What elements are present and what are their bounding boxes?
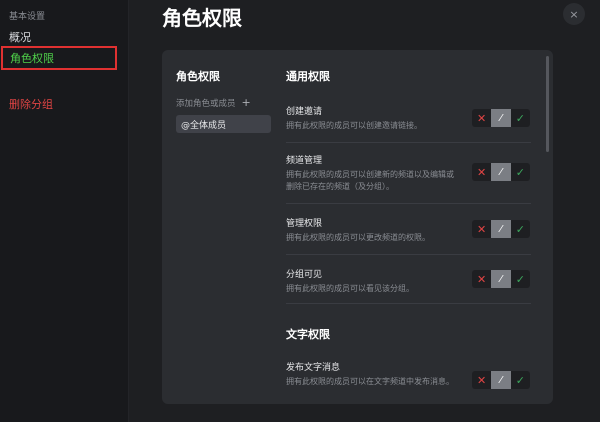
sidebar-item-overview[interactable]: 概况: [9, 29, 31, 45]
allow-icon[interactable]: ✓: [511, 270, 530, 288]
divider: [286, 203, 531, 204]
deny-icon[interactable]: ✕: [472, 220, 491, 238]
allow-icon[interactable]: ✓: [511, 163, 530, 181]
allow-icon[interactable]: ✓: [511, 371, 530, 389]
permission-row: 发布文字消息 拥有此权限的成员可以在文字频道中发布消息。 ✕ ⁄ ✓: [286, 360, 531, 389]
permission-desc: 拥有此权限的成员可以更改频道的权限。: [286, 233, 430, 242]
allow-icon[interactable]: ✓: [511, 109, 530, 127]
sidebar-item-roles[interactable]: 角色权限: [1, 46, 117, 70]
sidebar-section-title: 基本设置: [9, 12, 46, 22]
neutral-icon[interactable]: ⁄: [491, 109, 511, 127]
plus-icon: +: [241, 96, 251, 109]
deny-icon[interactable]: ✕: [472, 109, 491, 127]
page-title: 角色权限: [162, 6, 242, 30]
neutral-icon[interactable]: ⁄: [491, 270, 511, 288]
permission-desc: 拥有此权限的成员可以在文字频道中发布消息。: [286, 377, 454, 386]
permission-row: 管理权限 拥有此权限的成员可以更改频道的权限。 ✕ ⁄ ✓: [286, 216, 531, 255]
neutral-icon[interactable]: ⁄: [491, 163, 511, 181]
sidebar-item-label: 角色权限: [10, 52, 54, 65]
deny-icon[interactable]: ✕: [472, 270, 491, 288]
settings-page: 基本设置 概况 角色权限 删除分组 角色权限 × 角色权限 添加角色或成员 + …: [0, 0, 600, 422]
permission-desc: 拥有此权限的成员可以创建新的频道以及编辑或删除已存在的频道（及分组）。: [286, 170, 454, 191]
permission-toggle: ✕ ⁄ ✓: [472, 270, 530, 288]
divider: [286, 254, 531, 255]
permission-toggle: ✕ ⁄ ✓: [472, 220, 530, 238]
neutral-icon[interactable]: ⁄: [491, 371, 511, 389]
group-title-general: 通用权限: [286, 70, 330, 83]
deny-icon[interactable]: ✕: [472, 371, 491, 389]
permission-toggle: ✕ ⁄ ✓: [472, 109, 530, 127]
permission-toggle: ✕ ⁄ ✓: [472, 163, 530, 181]
scrollbar[interactable]: [546, 56, 549, 152]
group-title-text: 文字权限: [286, 328, 330, 341]
permission-row: 创建邀请 拥有此权限的成员可以创建邀请链接。 ✕ ⁄ ✓: [286, 104, 531, 143]
allow-icon[interactable]: ✓: [511, 220, 530, 238]
sidebar: 基本设置 概况 角色权限 删除分组: [0, 0, 129, 422]
close-button[interactable]: ×: [563, 3, 585, 25]
permissions-panel: 角色权限 添加角色或成员 + @全体成员 通用权限 创建邀请 拥有此权限的成员可…: [162, 50, 553, 404]
permission-toggle: ✕ ⁄ ✓: [472, 371, 530, 389]
divider: [286, 142, 531, 143]
neutral-icon[interactable]: ⁄: [491, 220, 511, 238]
add-role-label: 添加角色或成员: [176, 98, 236, 109]
permission-row: 频道管理 拥有此权限的成员可以创建新的频道以及编辑或删除已存在的频道（及分组）。…: [286, 153, 531, 204]
permission-row: 分组可见 拥有此权限的成员可以看见该分组。 ✕ ⁄ ✓: [286, 267, 531, 304]
roles-title: 角色权限: [176, 70, 220, 83]
permission-desc: 拥有此权限的成员可以创建邀请链接。: [286, 121, 422, 130]
permission-desc: 拥有此权限的成员可以看见该分组。: [286, 284, 414, 293]
add-role-button[interactable]: 添加角色或成员 +: [176, 96, 276, 109]
close-icon: ×: [569, 7, 579, 21]
role-item-everyone[interactable]: @全体成员: [176, 115, 271, 133]
sidebar-item-delete-group[interactable]: 删除分组: [9, 96, 53, 112]
divider: [286, 303, 531, 304]
roles-column: 角色权限 添加角色或成员 + @全体成员: [176, 68, 276, 133]
deny-icon[interactable]: ✕: [472, 163, 491, 181]
